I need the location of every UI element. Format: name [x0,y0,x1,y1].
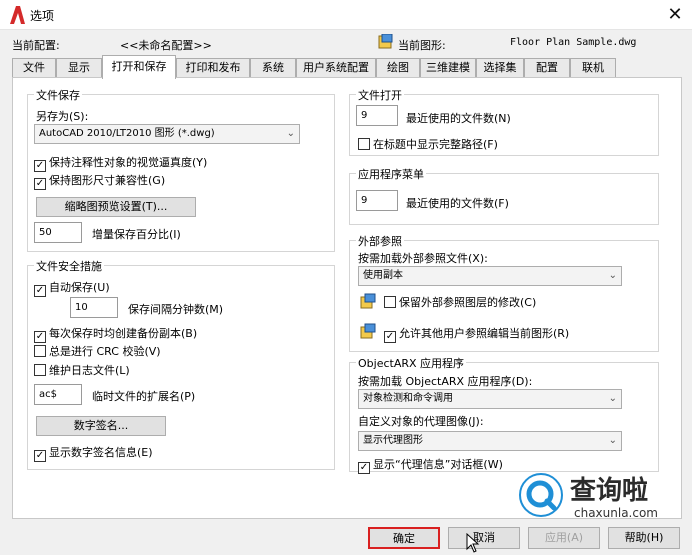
checkbox-label: 自动保存(U) [49,281,110,294]
checkbox-label: 在标题中显示完整路径(F) [373,138,498,151]
tab-3d-modeling[interactable]: 三维建模 [420,58,476,78]
tab-user-preferences[interactable]: 用户系统配置 [296,58,376,78]
xref-demand-load-value: 使用副本 [363,270,403,281]
tab-online[interactable]: 联机 [570,58,616,78]
maintain-visual-fidelity-checkbox[interactable]: ✓ 保持注释性对象的视觉逼真度(Y) [34,156,207,172]
autosave-minutes-input[interactable]: 10 [70,297,118,318]
tab-profiles[interactable]: 配置 [524,58,570,78]
checkbox-label: 保持图形尺寸兼容性(G) [49,174,166,187]
xref-demand-load-label: 按需加载外部参照文件(X): [358,252,488,265]
arx-demand-load-value: 对象检测和命令调用 [363,393,453,404]
title-bar [0,0,692,30]
checkbox-checked: ✓ [34,331,46,343]
log-file-checkbox[interactable]: 维护日志文件(L) [34,364,130,377]
chevron-down-icon: ⌄ [286,128,295,139]
autosave-checkbox[interactable]: ✓ 自动保存(U) [34,281,110,297]
chevron-down-icon: ⌄ [608,393,617,404]
current-drawing-value: Floor Plan Sample.dwg [510,37,637,48]
checkbox-unchecked [34,345,46,357]
checkbox-label: 保留外部参照图层的修改(C) [399,296,537,309]
arx-demand-load-dropdown[interactable]: 对象检测和命令调用 ⌄ [358,389,622,409]
checkbox-label: 显示数字签名信息(E) [49,446,153,459]
incremental-save-label: 增量保存百分比(I) [92,228,181,241]
tab-system[interactable]: 系统 [250,58,296,78]
ok-button[interactable]: 确定 [368,527,440,549]
checkbox-checked: ✓ [384,331,396,343]
thumbnail-preview-settings-button[interactable]: 缩略图预览设置(T)... [36,197,196,217]
full-path-checkbox[interactable]: 在标题中显示完整路径(F) [358,138,498,151]
drawing-icon [378,34,393,49]
recent-files-input[interactable]: 9 [356,105,398,126]
checkbox-checked: ✓ [358,462,370,474]
proxy-images-value: 显示代理图形 [363,435,423,446]
backup-copy-checkbox[interactable]: ✓ 每次保存时均创建备份副本(B) [34,327,197,343]
digital-signatures-button[interactable]: 数字签名... [36,416,166,436]
autosave-minutes-label: 保存间隔分钟数(M) [128,303,224,316]
checkbox-label: 每次保存时均创建备份副本(B) [49,327,198,340]
window-title: 选项 [30,9,55,23]
checkbox-checked: ✓ [34,178,46,190]
allow-xref-edit-checkbox[interactable]: ✓ 允许其他用户参照编辑当前图形(R) [384,327,569,343]
show-digital-signature-checkbox[interactable]: ✓ 显示数字签名信息(E) [34,446,153,462]
tab-drafting[interactable]: 绘图 [376,58,420,78]
maintain-drawing-size-checkbox[interactable]: ✓ 保持图形尺寸兼容性(G) [34,174,165,190]
tab-open-save[interactable]: 打开和保存 [102,55,176,79]
apply-button[interactable]: 应用(A) [528,527,600,549]
chevron-down-icon: ⌄ [608,270,617,281]
checkbox-checked: ✓ [34,160,46,172]
crc-check-checkbox[interactable]: 总是进行 CRC 校验(V) [34,345,161,358]
group-title: 文件安全措施 [34,258,104,274]
checkbox-label: 允许其他用户参照编辑当前图形(R) [399,327,570,340]
checkbox-unchecked [384,296,396,308]
group-title: ObjectARX 应用程序 [356,355,467,371]
group-title: 文件保存 [34,87,82,103]
checkbox-checked: ✓ [34,450,46,462]
chevron-down-icon: ⌄ [608,435,617,446]
checkbox-label: 显示“代理信息”对话框(W) [373,458,503,471]
tab-display[interactable]: 显示 [56,58,102,78]
current-profile-value: <<未命名配置>> [120,39,212,52]
xref-demand-load-dropdown[interactable]: 使用副本 ⌄ [358,266,622,286]
temp-file-extension-label: 临时文件的扩展名(P) [92,390,196,403]
autocad-logo-icon [10,6,25,24]
checkbox-checked: ✓ [34,285,46,297]
save-as-label: 另存为(S): [36,110,89,123]
checkbox-label: 保持注释性对象的视觉逼真度(Y) [49,156,208,169]
group-title: 文件打开 [356,87,404,103]
arx-demand-load-label: 按需加载 ObjectARX 应用程序(D): [358,375,533,388]
watermark-brand: 查询啦 [570,476,649,506]
tab-strip: 文件 显示 打开和保存 打印和发布 系统 用户系统配置 绘图 三维建模 选择集 … [12,55,682,79]
checkbox-unchecked [34,364,46,376]
save-as-dropdown[interactable]: AutoCAD 2010/LT2010 图形 (*.dwg) ⌄ [34,124,300,144]
save-as-value: AutoCAD 2010/LT2010 图形 (*.dwg) [39,128,215,139]
tab-files[interactable]: 文件 [12,58,56,78]
app-menu-recent-label: 最近使用的文件数(F) [406,197,509,210]
watermark: 查询啦 chaxunla.com [518,468,692,528]
checkbox-label: 维护日志文件(L) [49,364,130,377]
tab-plot-publish[interactable]: 打印和发布 [176,58,250,78]
group-title: 外部参照 [356,233,404,249]
watermark-logo-icon [519,473,563,517]
app-menu-recent-input[interactable]: 9 [356,190,398,211]
show-proxy-dialog-checkbox[interactable]: ✓ 显示“代理信息”对话框(W) [358,458,503,474]
checkbox-unchecked [358,138,370,150]
incremental-save-input[interactable]: 50 [34,222,82,243]
xref-edit-icon [360,323,376,339]
group-title: 应用程序菜单 [356,166,426,182]
current-drawing-label: 当前图形: [398,39,446,52]
help-button[interactable]: 帮助(H) [608,527,680,549]
tab-selection[interactable]: 选择集 [476,58,524,78]
checkbox-label: 总是进行 CRC 校验(V) [49,345,161,358]
close-icon[interactable]: ✕ [662,2,688,28]
mouse-cursor-icon [466,533,480,553]
recent-files-label: 最近使用的文件数(N) [406,112,511,125]
xref-layer-icon [360,293,376,309]
watermark-url: chaxunla.com [574,506,658,520]
retain-xref-layer-changes-checkbox[interactable]: 保留外部参照图层的修改(C) [384,296,536,309]
current-profile-label: 当前配置: [12,39,60,52]
temp-file-extension-input[interactable]: ac$ [34,384,82,405]
proxy-images-label: 自定义对象的代理图像(J): [358,415,484,428]
proxy-images-dropdown[interactable]: 显示代理图形 ⌄ [358,431,622,451]
cancel-button[interactable]: 取消 [448,527,520,549]
